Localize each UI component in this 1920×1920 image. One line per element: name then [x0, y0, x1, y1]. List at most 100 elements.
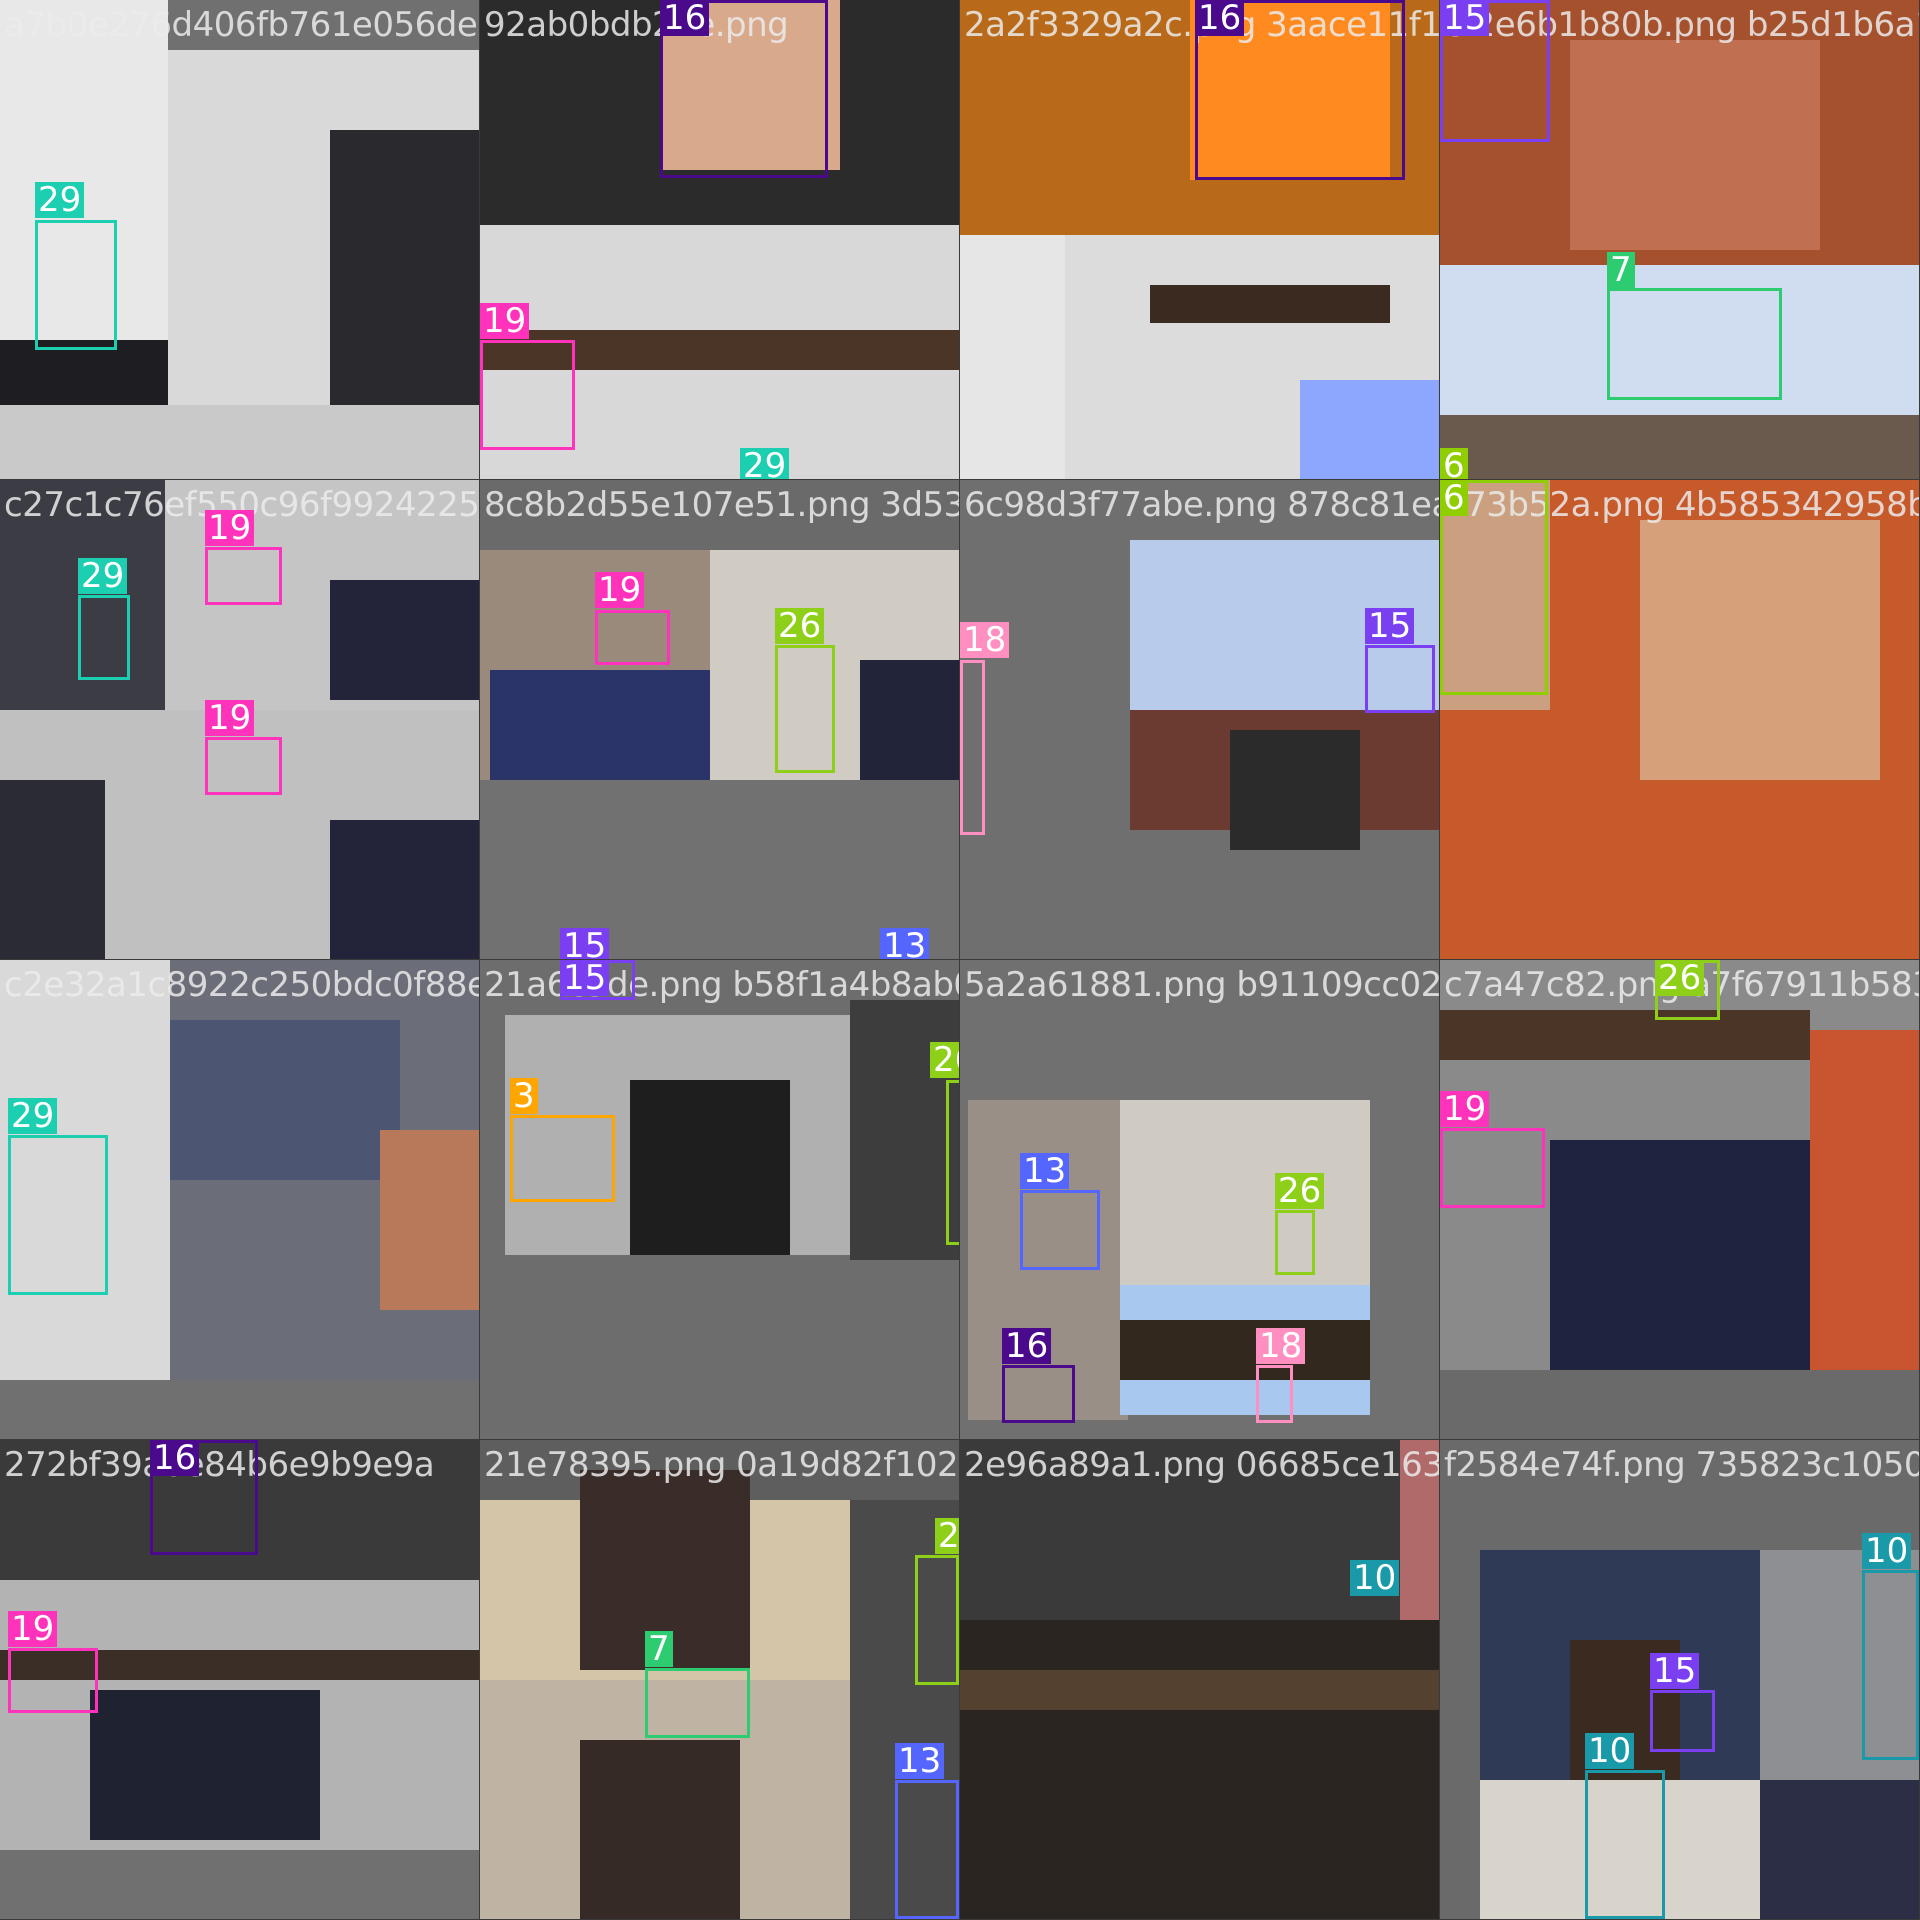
detection-label: 26: [1655, 960, 1705, 996]
photo-region: [330, 580, 479, 700]
photo-region: [1440, 1370, 1919, 1439]
detection-label: 19: [205, 700, 255, 736]
detection-label: 7: [1607, 252, 1635, 288]
photo-region: [330, 820, 479, 959]
detection-label: 29: [740, 448, 790, 479]
detection-box: [960, 660, 985, 835]
mosaic-tile: 6c98d3f77abe.png 878c81ea3cc 18 15: [960, 480, 1439, 959]
detection-label: 10: [1862, 1533, 1912, 1569]
detection-box: [1020, 1190, 1100, 1270]
detection-box: [1440, 1128, 1545, 1208]
detection-label: 26: [935, 1518, 959, 1554]
detection-box: [1256, 1365, 1293, 1423]
tile-filename: 6c98d3f77abe.png 878c81ea3cc: [964, 485, 1439, 525]
tile-filename: 21a6c5de.png b58f1a4b8ab0f7: [484, 965, 959, 1005]
detection-box: [1862, 1570, 1919, 1760]
detection-box: [1650, 1690, 1715, 1752]
detection-box: [8, 1135, 108, 1295]
detection-box: [895, 1780, 959, 1919]
photo-region: [1230, 730, 1360, 850]
mosaic-tile: 21e78395.png 0a19d82f1025 7 26 13: [480, 1440, 959, 1919]
detection-box: [8, 1648, 98, 1713]
tile-filename: 2e96a89a1.png 06685ce1631: [964, 1445, 1439, 1485]
photo-region: [960, 1620, 1439, 1919]
photo-region: [1120, 1320, 1370, 1380]
photo-region: [330, 130, 479, 405]
photo-region: [1300, 380, 1439, 479]
detection-label: 19: [480, 303, 530, 339]
mosaic-tile: cf2e6b1b80b.png b25d1b6a13f7c1576: [1440, 0, 1919, 479]
photo-region: [960, 1670, 1439, 1710]
detection-label: 19: [205, 510, 255, 546]
photo-region: [1640, 520, 1880, 780]
detection-label: 19: [595, 572, 645, 608]
detection-label: 29: [8, 1098, 58, 1134]
detection-box: [775, 645, 835, 773]
detection-label: 26: [1275, 1173, 1325, 1209]
detection-label: 26: [930, 1042, 959, 1078]
photo-region: [1120, 1100, 1370, 1285]
detection-box: [1585, 1770, 1665, 1919]
detection-label: 6: [1440, 480, 1468, 516]
photo-region: [0, 405, 479, 479]
detection-label: 3: [510, 1078, 538, 1114]
detection-label: 18: [1256, 1328, 1306, 1364]
detection-box: [645, 1668, 750, 1738]
detection-label: 7: [645, 1631, 673, 1667]
photo-region: [1150, 285, 1390, 323]
detection-box: [205, 737, 282, 795]
detection-box: [1002, 1365, 1075, 1423]
detection-label: 15: [1650, 1653, 1700, 1689]
mosaic-tile: b73b52a.png 4b585342958b9 6: [1440, 480, 1919, 959]
detection-label: 29: [78, 558, 128, 594]
tile-filename: 21e78395.png 0a19d82f1025: [484, 1445, 959, 1485]
mosaic-tile: 2a2f3329a2c.png 3aace11f13716: [960, 0, 1439, 479]
detection-label: 19: [1440, 1091, 1490, 1127]
mosaic-grid: a7b0e276d406fb761e056de93e3d5b2a.png c78…: [0, 0, 1920, 1920]
photo-region: [630, 1080, 790, 1255]
detection-box: [480, 340, 575, 450]
photo-region: [580, 1740, 740, 1919]
photo-region: [960, 235, 1065, 479]
mosaic-tile: a7b0e276d406fb761e056de93e3d5b2a.png c78…: [0, 0, 479, 479]
photo-region: [0, 1850, 479, 1919]
detection-label: 13: [880, 928, 930, 959]
detection-box: [1365, 645, 1435, 713]
tile-filename: 8c8b2d55e107e51.png 3d533fc4: [484, 485, 959, 525]
detection-box: [915, 1555, 959, 1685]
mosaic-tile: 272bf39a6e84b6e9b9e9a 16 19: [0, 1440, 479, 1919]
detection-box: [1607, 288, 1782, 400]
photo-region: [1440, 1010, 1810, 1060]
photo-region: [0, 780, 105, 959]
detection-box: [78, 595, 130, 680]
detection-box: [1275, 1210, 1315, 1275]
photo-region: [1810, 1030, 1919, 1370]
photo-region: [90, 1690, 320, 1840]
tile-filename: f2584e74f.png 735823c10501f: [1444, 1445, 1919, 1485]
detection-box: [205, 547, 282, 605]
detection-label: 10: [1585, 1733, 1635, 1769]
detection-label: 19: [8, 1611, 58, 1647]
mosaic-tile: 8c8b2d55e107e51.png 3d533fc4 19 26 15 13: [480, 480, 959, 959]
photo-region: [0, 1380, 479, 1439]
mosaic-tile: 2e96a89a1.png 06685ce1631 10: [960, 1440, 1439, 1919]
detection-label: 15: [1365, 608, 1415, 644]
mosaic-tile: c2e32a1c8922c250bdc0f88e9 29: [0, 960, 479, 1439]
mosaic-tile: c27c1c76ef550c96f9924225 29 19 19: [0, 480, 479, 959]
detection-box: [595, 610, 670, 665]
mosaic-tile: c7a47c82.png a7f67911b583 19 26: [1440, 960, 1919, 1439]
mosaic-tile: f2584e74f.png 735823c10501f 15 10 10: [1440, 1440, 1919, 1919]
photo-region: [1570, 40, 1820, 250]
photo-region: [490, 670, 710, 780]
photo-region: [850, 1000, 959, 1260]
photo-region: [170, 1020, 400, 1180]
mosaic-tile: 92ab0bdb22e.png 16 19 29: [480, 0, 959, 479]
detection-box: [946, 1080, 959, 1245]
detection-label: 13: [1020, 1153, 1070, 1189]
detection-label: 29: [35, 182, 85, 218]
detection-label: 15: [560, 928, 610, 959]
detection-label: 6: [1440, 448, 1468, 479]
photo-region: [1760, 1780, 1919, 1919]
detection-label: 16: [660, 0, 710, 36]
photo-region: [1550, 1140, 1810, 1370]
